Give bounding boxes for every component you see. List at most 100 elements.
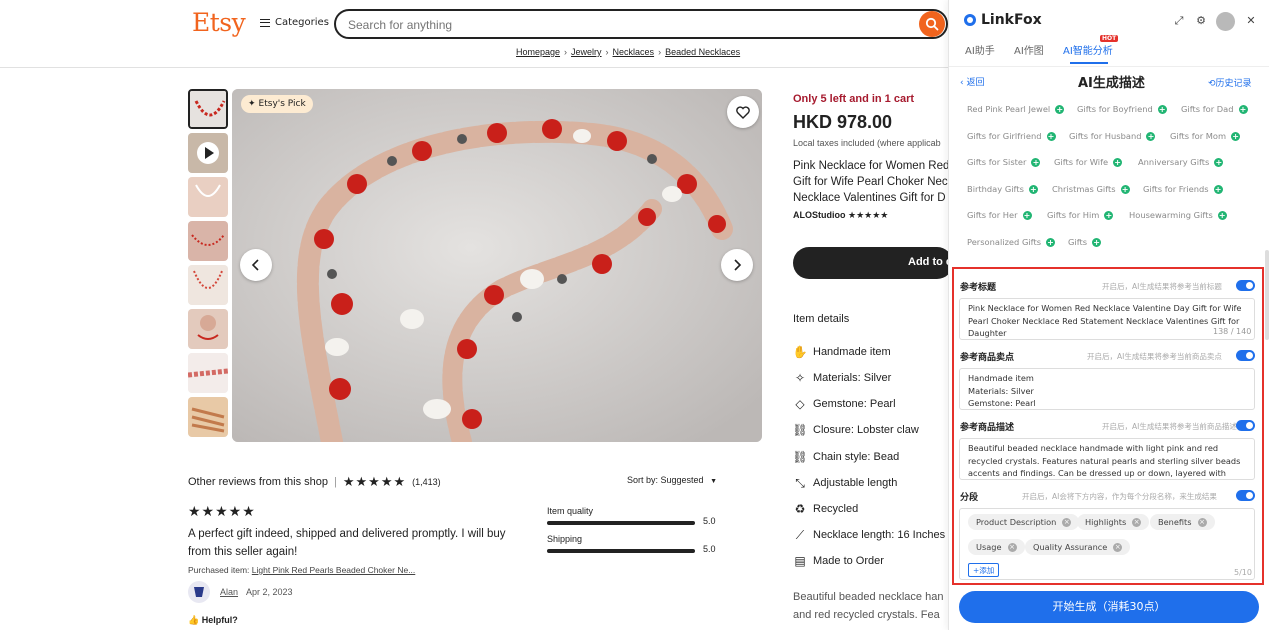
plus-icon[interactable]: + <box>1104 210 1114 220</box>
thumbnail-5[interactable] <box>188 265 228 305</box>
plus-icon[interactable]: + <box>1214 157 1224 167</box>
plus-icon[interactable]: + <box>1022 210 1032 220</box>
plus-icon[interactable]: + <box>1238 104 1248 114</box>
ref-title-label: 参考标题 <box>960 283 997 293</box>
keyword-item[interactable]: Anniversary Gifts + <box>1138 157 1224 167</box>
keyword-item[interactable]: Personalized Gifts + <box>967 237 1056 247</box>
gear-icon[interactable]: ⚙ <box>1195 15 1207 27</box>
tax-note: Local taxes included (where applicab <box>793 138 941 148</box>
previous-image-button[interactable] <box>240 249 272 281</box>
expand-icon[interactable]: ⤢ <box>1173 15 1185 27</box>
history-button[interactable]: ⟲历史记录 <box>1208 76 1252 89</box>
breadcrumb-jewelry[interactable]: Jewelry <box>571 47 602 57</box>
panel-scrollbar[interactable] <box>1265 250 1269 340</box>
thumbnail-8[interactable] <box>188 397 228 437</box>
etsy-logo[interactable]: Etsy <box>192 8 246 37</box>
keyword-item[interactable]: Housewarming Gifts + <box>1129 210 1227 220</box>
keyword-item[interactable]: Gifts for Her + <box>967 210 1032 220</box>
thumbnail-4[interactable] <box>188 221 228 261</box>
ref-desc-toggle[interactable] <box>1236 420 1255 431</box>
keyword-item[interactable]: Gifts for Dad + <box>1181 104 1248 114</box>
thumbnail-1[interactable] <box>188 89 228 129</box>
generate-button[interactable]: 开始生成（消耗30点） <box>959 591 1259 623</box>
ref-desc-textarea[interactable]: Beautiful beaded necklace handmade with … <box>959 438 1255 480</box>
thumbnail-3[interactable] <box>188 177 228 217</box>
keyword-item[interactable]: Gifts for Mom + <box>1170 131 1241 141</box>
keyword-item[interactable]: Gifts for Him + <box>1047 210 1114 220</box>
plus-icon[interactable]: + <box>1031 157 1041 167</box>
panel-title: AI生成描述 <box>1078 76 1145 91</box>
user-avatar[interactable] <box>1216 12 1235 31</box>
close-icon[interactable]: ✕ <box>1245 15 1257 27</box>
remove-icon[interactable]: × <box>1197 517 1207 527</box>
rating-value: 5.0 <box>703 516 716 526</box>
remove-icon[interactable]: × <box>1062 517 1072 527</box>
next-image-button[interactable] <box>721 249 753 281</box>
keyword-item[interactable]: Red Pink Pearl Jewel + <box>967 104 1065 114</box>
rating-label: Item quality <box>547 506 594 516</box>
review-stars: ★★★★★ <box>188 504 256 520</box>
product-title-line: Gift for Wife Pearl Choker Nec <box>793 176 948 188</box>
item-details-heading[interactable]: Item details <box>793 313 849 325</box>
categories-button[interactable]: Categories <box>260 17 329 28</box>
purchased-item-link[interactable]: Light Pink Red Pearls Beaded Choker Ne..… <box>252 565 415 575</box>
keyword-item[interactable]: Gifts for Wife + <box>1054 157 1123 167</box>
thumbnail-6[interactable] <box>188 309 228 349</box>
linkfox-logo-icon <box>964 14 976 26</box>
product-title: Pink Necklace for Women Red Gift for Wif… <box>793 158 953 206</box>
plus-icon[interactable]: + <box>1157 104 1167 114</box>
keyword-item[interactable]: Birthday Gifts + <box>967 184 1038 194</box>
plus-icon[interactable]: + <box>1092 237 1102 247</box>
ref-title-toggle[interactable] <box>1236 280 1255 291</box>
segments-toggle[interactable] <box>1236 490 1255 501</box>
tab-ai-analysis[interactable]: AI智能分析 <box>1063 42 1113 57</box>
plus-icon[interactable]: + <box>1213 184 1223 194</box>
ref-desc-hint: 开启后，AI生成结果将参考当前商品描述 <box>1102 422 1237 431</box>
price: HKD 978.00 <box>793 112 893 132</box>
shop-name[interactable]: ALOStudioo <box>793 210 846 220</box>
keyword-item[interactable]: Gifts for Girlfriend + <box>967 131 1056 141</box>
add-to-cart-button[interactable]: Add to c <box>793 247 953 279</box>
keyword-item[interactable]: Gifts for Sister + <box>967 157 1041 167</box>
favorite-button[interactable] <box>727 96 759 128</box>
keyword-item[interactable]: Gifts + <box>1068 237 1102 247</box>
plus-icon[interactable]: + <box>1217 210 1227 220</box>
search-button[interactable] <box>919 11 945 37</box>
sort-dropdown[interactable]: Sort by: Suggested ▼ <box>627 475 717 485</box>
thumbnail-7[interactable] <box>188 353 228 393</box>
ref-title-textarea[interactable]: Pink Necklace for Women Red Necklace Val… <box>959 298 1255 340</box>
plus-icon[interactable]: + <box>1120 184 1130 194</box>
helpful-button[interactable]: 👍 Helpful? <box>188 615 238 626</box>
segments-label: 分段 <box>960 493 979 503</box>
ref-points-textarea[interactable]: Handmade item Materials: Silver Gemstone… <box>959 368 1255 410</box>
search-input[interactable]: Search for anything <box>334 9 948 39</box>
plus-icon[interactable]: + <box>1028 184 1038 194</box>
plus-icon[interactable]: + <box>1146 131 1156 141</box>
thumbnail-video[interactable] <box>188 133 228 173</box>
breadcrumb-beaded-necklaces[interactable]: Beaded Necklaces <box>665 47 740 57</box>
back-button[interactable]: ‹ 返回 <box>960 75 984 88</box>
ref-points-toggle[interactable] <box>1236 350 1255 361</box>
plus-icon[interactable]: + <box>1055 104 1065 114</box>
plus-icon[interactable]: + <box>1231 131 1241 141</box>
plus-icon[interactable]: + <box>1046 131 1056 141</box>
tab-ai-assistant[interactable]: AI助手 <box>965 42 995 57</box>
keyword-item[interactable]: Christmas Gifts + <box>1052 184 1130 194</box>
detail-recycled: ♻ Recycled <box>793 502 859 516</box>
helpful-label: Helpful? <box>201 615 238 625</box>
breadcrumb-necklaces[interactable]: Necklaces <box>613 47 655 57</box>
tab-ai-image[interactable]: AI作图 <box>1014 42 1044 57</box>
sparkle-icon: ✧ <box>794 371 806 385</box>
keyword-item[interactable]: Gifts for Husband + <box>1069 131 1156 141</box>
remove-icon[interactable]: × <box>1132 517 1142 527</box>
keyword-item[interactable]: Gifts for Friends + <box>1143 184 1223 194</box>
plus-icon[interactable]: + <box>1046 237 1056 247</box>
remove-icon[interactable]: × <box>1113 542 1123 552</box>
plus-icon[interactable]: + <box>1113 157 1123 167</box>
breadcrumb-homepage[interactable]: Homepage <box>516 47 560 57</box>
stock-notice: Only 5 left and in 1 cart <box>793 93 915 105</box>
add-segment-button[interactable]: +添加 <box>968 563 1000 577</box>
keyword-item[interactable]: Gifts for Boyfriend + <box>1077 104 1167 114</box>
reviewer-name[interactable]: Alan <box>220 587 238 597</box>
remove-icon[interactable]: × <box>1007 542 1017 552</box>
